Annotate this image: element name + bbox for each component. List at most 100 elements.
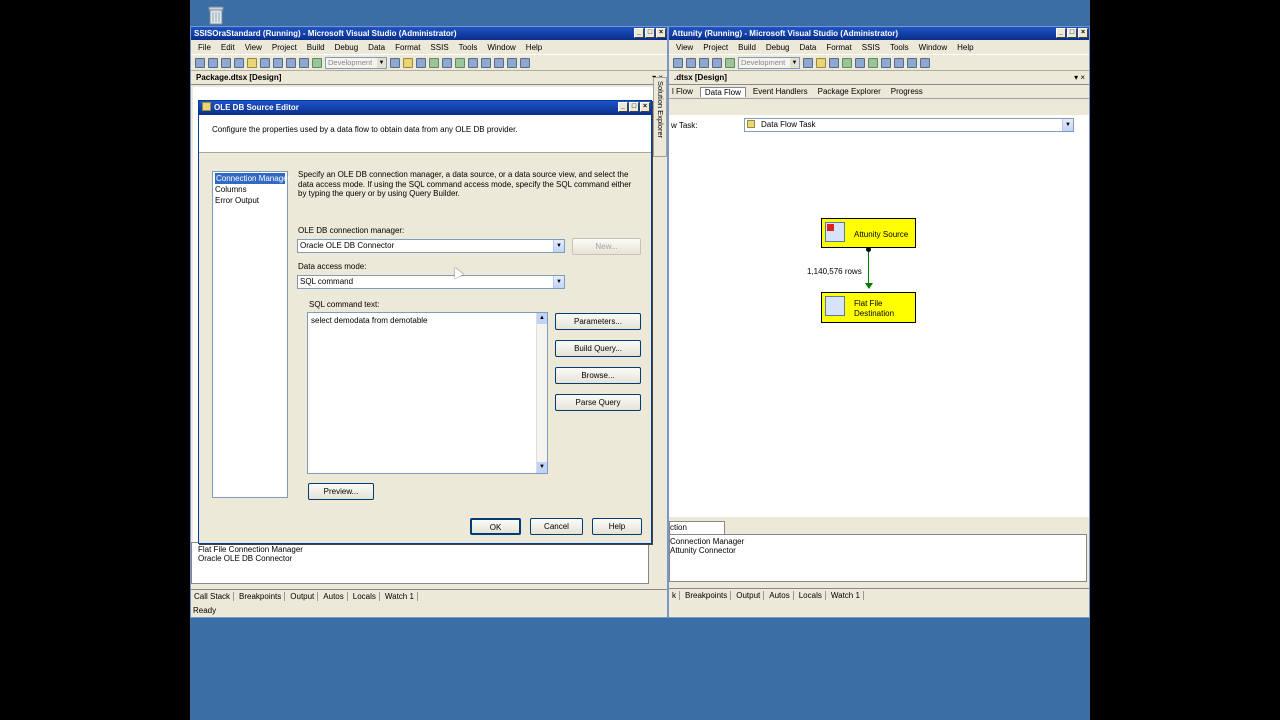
maximize-icon[interactable]: □	[629, 102, 639, 112]
help-button[interactable]: Help	[592, 518, 642, 535]
menu-item-0[interactable]: View	[671, 43, 698, 52]
left-doc-tab[interactable]: Package.dtsx [Design]▾ ×	[191, 71, 667, 85]
save-icon[interactable]	[221, 57, 231, 68]
design-tab-0[interactable]: l Flow	[669, 87, 696, 96]
redo-icon[interactable]	[712, 57, 722, 68]
menu-item-8[interactable]: Window	[914, 43, 952, 52]
scroll-up-icon[interactable]: ▲	[537, 313, 547, 324]
bottom-tab-3[interactable]: Autos	[320, 592, 348, 601]
bottom-tab-1[interactable]: Breakpoints	[236, 592, 286, 601]
find-icon[interactable]	[390, 57, 400, 68]
copy-icon[interactable]	[260, 57, 270, 68]
solution-icon[interactable]	[429, 57, 439, 68]
close-icon[interactable]: ×	[1078, 28, 1088, 38]
menu-item-2[interactable]: View	[240, 43, 267, 52]
add-item-icon[interactable]	[208, 57, 218, 68]
right-doc-tab[interactable]: .dtsx [Design] ▾ ×	[669, 71, 1089, 85]
toolbox-icon[interactable]	[829, 57, 839, 68]
start-icon[interactable]	[312, 57, 322, 68]
paste-icon[interactable]	[273, 57, 283, 68]
left-config-combo[interactable]: Development ▼	[325, 56, 387, 69]
step-icon[interactable]	[920, 57, 930, 68]
data-path-arrow[interactable]	[868, 248, 869, 287]
recycle-bin-icon[interactable]	[205, 4, 227, 26]
continue-icon[interactable]	[455, 57, 465, 68]
toolbox-icon[interactable]	[416, 57, 426, 68]
menu-item-3[interactable]: Debug	[761, 43, 795, 52]
design-tab-2[interactable]: Event Handlers	[750, 87, 811, 96]
bottom-tab-1[interactable]: Breakpoints	[682, 591, 732, 600]
menu-item-2[interactable]: Build	[733, 43, 761, 52]
restart-icon[interactable]	[907, 57, 917, 68]
bottom-tab-3[interactable]: Autos	[766, 591, 794, 600]
nav-item-2[interactable]: Error Output	[213, 195, 287, 206]
stop-icon[interactable]	[894, 57, 904, 68]
menu-item-9[interactable]: Tools	[454, 43, 483, 52]
window-icon[interactable]	[442, 57, 452, 68]
conn-manager-item-0[interactable]: Flat File Connection Manager	[198, 545, 642, 554]
stop-icon[interactable]	[481, 57, 491, 68]
sql-command-textarea[interactable]: select demodata from demotable ▲ ▼	[307, 312, 548, 474]
browse-button[interactable]: Browse...	[555, 367, 641, 384]
conn-manager-item-1[interactable]: Attunity Connector	[670, 546, 1086, 555]
bottom-tab-2[interactable]: Output	[733, 591, 765, 600]
parameters-button[interactable]: Parameters...	[555, 313, 641, 330]
window-icon[interactable]	[855, 57, 865, 68]
solution-icon[interactable]	[842, 57, 852, 68]
scroll-down-icon[interactable]: ▼	[537, 462, 547, 473]
menu-item-0[interactable]: File	[193, 43, 216, 52]
new-button[interactable]: New...	[572, 238, 641, 255]
nav-item-1[interactable]: Columns	[213, 184, 287, 195]
design-tab-3[interactable]: Package Explorer	[815, 87, 884, 96]
new-project-icon[interactable]	[195, 57, 205, 68]
step-icon[interactable]	[507, 57, 517, 68]
menu-item-10[interactable]: Window	[482, 43, 520, 52]
cut-icon[interactable]	[247, 57, 257, 68]
menu-item-3[interactable]: Project	[267, 43, 302, 52]
bottom-tab-5[interactable]: Watch 1	[828, 591, 864, 600]
sql-scrollbar[interactable]: ▲ ▼	[536, 313, 547, 473]
conn-managers-tab[interactable]: ction Managers	[669, 521, 725, 544]
bottom-tab-0[interactable]: k	[669, 591, 680, 600]
menu-item-7[interactable]: Format	[390, 43, 425, 52]
minimize-icon[interactable]: _	[618, 102, 628, 112]
save-all-icon[interactable]	[234, 57, 244, 68]
parse-query-button[interactable]: Parse Query	[555, 394, 641, 411]
menu-item-7[interactable]: Tools	[885, 43, 914, 52]
solution-explorer-strip[interactable]: Solution Explorer	[653, 77, 667, 157]
menu-item-8[interactable]: SSIS	[425, 43, 453, 52]
menu-item-5[interactable]: Debug	[330, 43, 364, 52]
conn-manager-item-1[interactable]: Oracle OLE DB Connector	[198, 554, 642, 563]
menu-item-4[interactable]: Data	[794, 43, 821, 52]
menu-item-11[interactable]: Help	[521, 43, 547, 52]
paste-icon[interactable]	[686, 57, 696, 68]
bottom-tab-5[interactable]: Watch 1	[382, 592, 418, 601]
minimize-icon[interactable]: _	[634, 28, 644, 38]
close-icon[interactable]: ×	[640, 102, 650, 112]
menu-item-5[interactable]: Format	[821, 43, 856, 52]
undo-icon[interactable]	[286, 57, 296, 68]
design-tab-1[interactable]: Data Flow	[699, 86, 746, 97]
find-icon[interactable]	[803, 57, 813, 68]
conn-manager-item-0[interactable]: Connection Manager	[670, 537, 1086, 546]
maximize-icon[interactable]: □	[1067, 28, 1077, 38]
nav-item-0[interactable]: Connection Manager	[215, 173, 290, 184]
menu-item-1[interactable]: Edit	[216, 43, 240, 52]
close-tab-icon[interactable]: ▾ ×	[1074, 71, 1085, 84]
close-icon[interactable]: ×	[656, 28, 666, 38]
build-query-button[interactable]: Build Query...	[555, 340, 641, 357]
preview-button[interactable]: Preview...	[308, 483, 374, 500]
bottom-tab-2[interactable]: Output	[287, 592, 319, 601]
pause-icon[interactable]	[881, 57, 891, 68]
menu-item-6[interactable]: Data	[363, 43, 390, 52]
ok-button[interactable]: OK	[470, 518, 521, 535]
undo-icon[interactable]	[699, 57, 709, 68]
copy-icon[interactable]	[673, 57, 683, 68]
redo-icon[interactable]	[299, 57, 309, 68]
conn-manager-select[interactable]: Oracle OLE DB Connector ▼	[297, 239, 565, 253]
minimize-icon[interactable]: _	[1056, 28, 1066, 38]
properties-icon[interactable]	[403, 57, 413, 68]
task-selector[interactable]: Data Flow Task ▼	[744, 118, 1074, 132]
bottom-tab-4[interactable]: Locals	[350, 592, 380, 601]
access-mode-select[interactable]: SQL command ▼	[297, 275, 565, 289]
